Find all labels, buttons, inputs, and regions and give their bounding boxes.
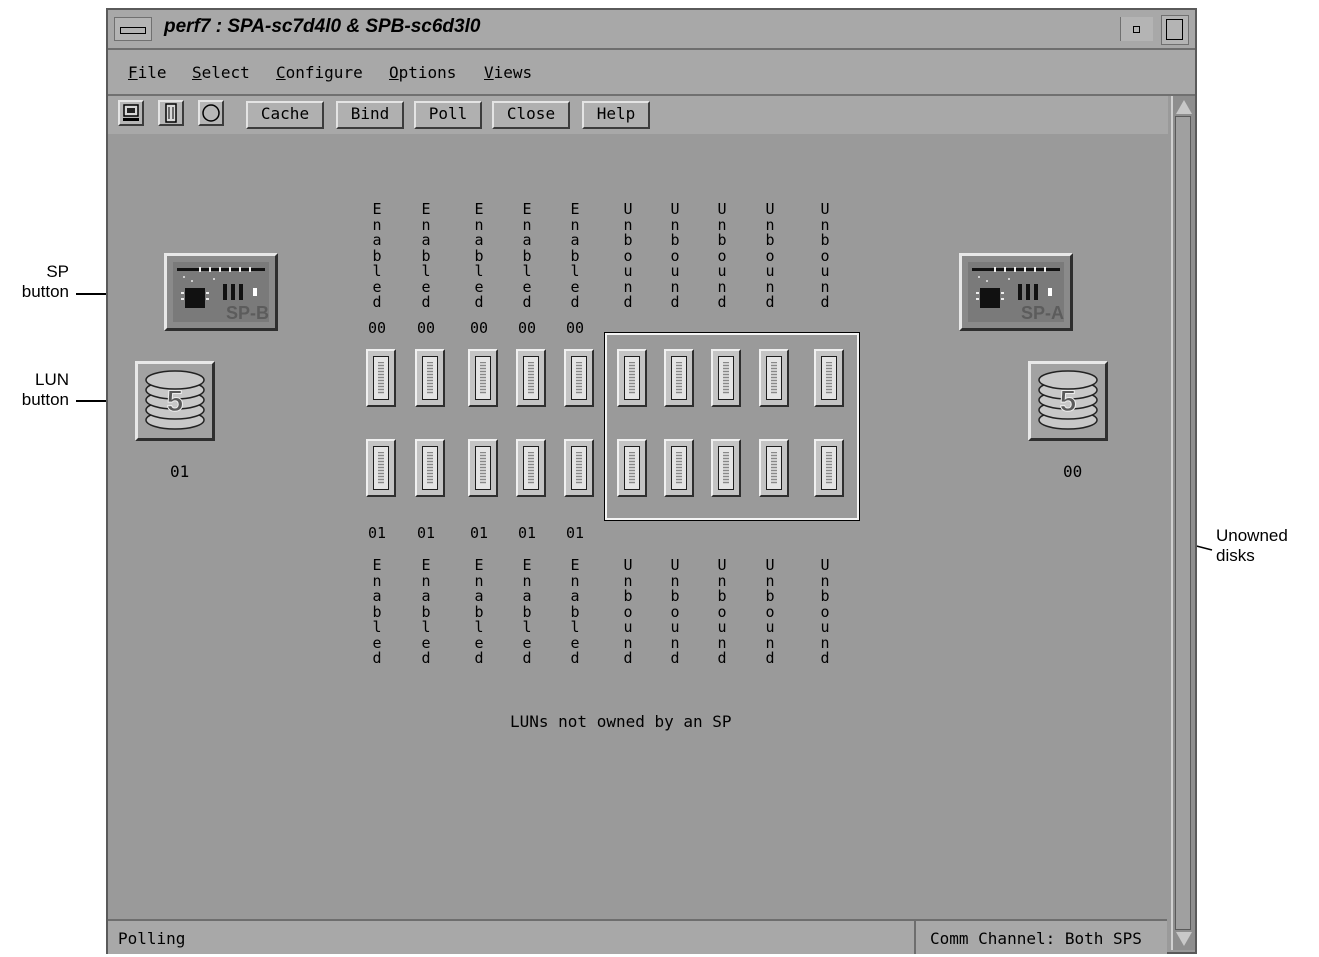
bottom-lun-number: 01 xyxy=(417,524,436,542)
top-state-label: Enabled xyxy=(570,200,580,311)
bottom-state-label: Unbound xyxy=(670,556,680,667)
menu-bar: File Select Configure Options Views xyxy=(108,50,1195,96)
sp-b-button[interactable]: SP-B xyxy=(164,253,278,331)
help-button[interactable]: Help xyxy=(582,101,650,129)
minimize-button[interactable] xyxy=(1120,17,1153,41)
status-bar: Polling Comm Channel: Both SPS xyxy=(108,919,1167,954)
menu-options[interactable]: Options xyxy=(389,63,456,82)
disk-button[interactable] xyxy=(564,439,594,497)
raid-disk-stack-icon: 5 xyxy=(1038,370,1098,430)
lun-a-button[interactable]: 5 xyxy=(1028,361,1108,441)
top-lun-number: 00 xyxy=(417,319,436,337)
top-state-label: Unbound xyxy=(670,200,680,311)
top-state-label: Unbound xyxy=(623,200,633,311)
bottom-state-label: Unbound xyxy=(820,556,830,667)
scroll-up-arrow-icon[interactable] xyxy=(1176,100,1192,114)
top-lun-number: 00 xyxy=(566,319,585,337)
bottom-state-label: Enabled xyxy=(474,556,484,667)
toolbar: Cache Bind Poll Close Help xyxy=(108,96,1168,134)
top-lun-number: 00 xyxy=(470,319,489,337)
raid-level-label: 5 xyxy=(1060,385,1077,418)
comm-channel-status: Comm Channel: Both SPS xyxy=(930,929,1142,948)
sp-b-label: SP-B xyxy=(225,303,269,323)
top-state-label: Enabled xyxy=(522,200,532,311)
menu-views[interactable]: Views xyxy=(484,63,532,82)
scroll-down-arrow-icon[interactable] xyxy=(1176,932,1192,946)
top-lun-number: 00 xyxy=(368,319,387,337)
window-menu-button[interactable] xyxy=(114,17,152,41)
unowned-luns-caption: LUNs not owned by an SP xyxy=(510,712,732,731)
chassis-icon[interactable] xyxy=(158,100,184,126)
top-state-label: Enabled xyxy=(372,200,382,311)
scroll-thumb[interactable] xyxy=(1175,116,1191,930)
disk-button[interactable] xyxy=(468,439,498,497)
bottom-lun-number: 01 xyxy=(518,524,537,542)
sp-a-label: SP-A xyxy=(1020,303,1064,323)
raid-disk-stack-icon: 5 xyxy=(145,370,205,430)
raid-level-label: 5 xyxy=(167,385,184,418)
bottom-lun-number: 01 xyxy=(368,524,387,542)
top-state-label: Unbound xyxy=(820,200,830,311)
main-window: perf7 : SPA-sc7d4l0 & SPB-sc6d3l0 File S… xyxy=(106,8,1197,954)
bind-button[interactable]: Bind xyxy=(336,101,404,129)
lun-a-number: 00 xyxy=(1063,462,1083,481)
poll-button[interactable]: Poll xyxy=(414,101,482,129)
bottom-state-label: Enabled xyxy=(570,556,580,667)
title-bar: perf7 : SPA-sc7d4l0 & SPB-sc6d3l0 xyxy=(108,10,1195,50)
status-message: Polling xyxy=(118,929,186,948)
bottom-lun-number: 01 xyxy=(470,524,489,542)
bottom-state-label: Unbound xyxy=(765,556,775,667)
bottom-state-label: Unbound xyxy=(717,556,727,667)
menu-file[interactable]: File xyxy=(128,63,167,82)
unowned-disks-frame xyxy=(604,332,860,521)
bottom-state-label: Enabled xyxy=(372,556,382,667)
disk-button[interactable] xyxy=(564,349,594,407)
lun-b-number: 01 xyxy=(170,462,190,481)
status-divider xyxy=(914,921,916,954)
disk-button[interactable] xyxy=(516,349,546,407)
top-lun-number: 00 xyxy=(518,319,537,337)
vertical-scrollbar[interactable] xyxy=(1171,96,1195,950)
cache-button[interactable]: Cache xyxy=(246,101,324,129)
bottom-state-label: Enabled xyxy=(522,556,532,667)
disk-button[interactable] xyxy=(468,349,498,407)
disk-button[interactable] xyxy=(366,349,396,407)
bottom-lun-number: 01 xyxy=(566,524,585,542)
bottom-state-label: Unbound xyxy=(623,556,633,667)
circle-icon[interactable] xyxy=(198,100,224,126)
menu-configure[interactable]: Configure xyxy=(276,63,363,82)
sp-a-button[interactable]: SP-A xyxy=(959,253,1073,331)
lun-button-annotation: LUN button xyxy=(21,370,69,409)
maximize-button[interactable] xyxy=(1161,15,1189,45)
top-state-label: Unbound xyxy=(765,200,775,311)
computer-icon[interactable] xyxy=(118,100,144,126)
disk-button[interactable] xyxy=(516,439,546,497)
disk-button[interactable] xyxy=(366,439,396,497)
top-state-label: Enabled xyxy=(421,200,431,311)
disk-button[interactable] xyxy=(415,439,445,497)
sp-button-annotation: SP button xyxy=(21,262,69,301)
lun-b-button[interactable]: 5 xyxy=(135,361,215,441)
menu-select[interactable]: Select xyxy=(192,63,250,82)
close-button[interactable]: Close xyxy=(492,101,570,129)
bottom-state-label: Enabled xyxy=(421,556,431,667)
top-state-label: Unbound xyxy=(717,200,727,311)
disk-button[interactable] xyxy=(415,349,445,407)
window-title: perf7 : SPA-sc7d4l0 & SPB-sc6d3l0 xyxy=(164,16,481,37)
unowned-disks-annotation: Unowned disks xyxy=(1216,526,1288,565)
top-state-label: Enabled xyxy=(474,200,484,311)
